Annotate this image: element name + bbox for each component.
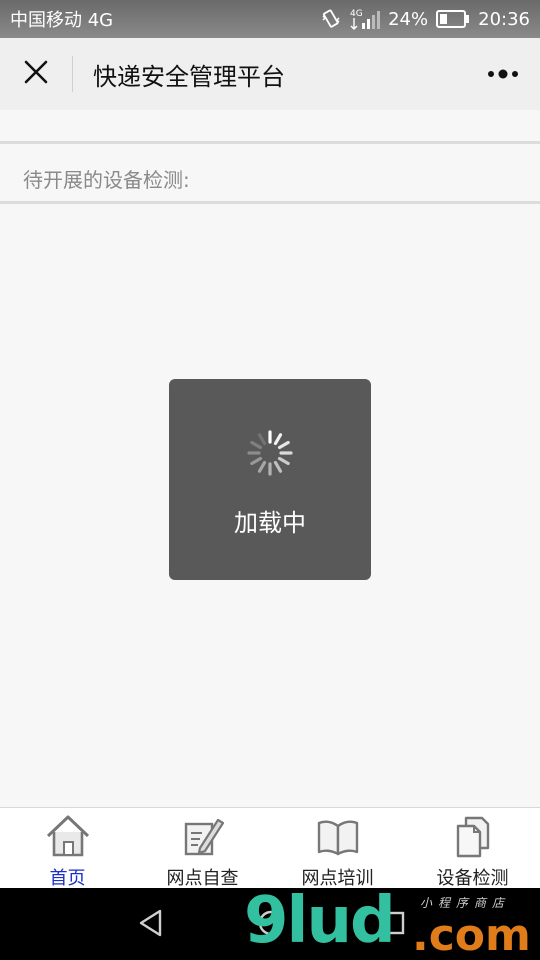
watermark: 9lud .com 小程序商店 (240, 884, 540, 960)
watermark-brand: 9lud (244, 884, 396, 958)
svg-text:4G: 4G (350, 9, 363, 19)
tab-bar: 首页 网点自查 网点培训 设备检测 (0, 807, 540, 889)
home-icon (45, 814, 91, 862)
more-button[interactable] (468, 38, 540, 110)
divider-top (0, 141, 540, 144)
tab-training[interactable]: 网点培训 (270, 808, 405, 889)
spinner-icon (246, 429, 294, 481)
carrier-label: 中国移动 4G (10, 10, 114, 31)
loading-toast: 加载中 (169, 379, 371, 580)
tab-label: 网点自查 (166, 868, 239, 889)
tab-home[interactable]: 首页 (0, 808, 135, 889)
status-icons: 4G 24% 20:36 (320, 7, 530, 31)
signal-icon: 4G (350, 7, 381, 31)
edit-icon (180, 814, 226, 862)
title-separator (72, 56, 73, 92)
tab-label: 设备检测 (436, 868, 509, 889)
divider-bottom (0, 201, 540, 204)
tab-label: 首页 (49, 868, 86, 889)
time-label: 20:36 (478, 8, 530, 30)
more-icon (487, 65, 521, 84)
documents-icon (450, 814, 496, 862)
watermark-tagline: 小程序商店 (420, 896, 511, 910)
battery-icon (436, 10, 470, 28)
title-bar: 快递安全管理平台 (0, 38, 540, 110)
close-button[interactable] (0, 38, 72, 110)
loading-text: 加载中 (234, 509, 306, 537)
tab-self-check[interactable]: 网点自查 (135, 808, 270, 889)
section-label: 待开展的设备检测: (23, 168, 190, 192)
close-icon (23, 59, 49, 89)
nav-bar: 9lud .com 小程序商店 (0, 884, 540, 960)
page-title: 快递安全管理平台 (93, 62, 285, 91)
book-icon (315, 814, 361, 862)
battery-label: 24% (388, 8, 429, 30)
status-bar: 中国移动 4G 4G 24% 20:36 (0, 0, 540, 38)
back-icon[interactable] (136, 908, 166, 942)
tab-device-check[interactable]: 设备检测 (405, 808, 540, 889)
vibrate-icon (320, 8, 342, 30)
watermark-suffix: .com (412, 910, 531, 960)
